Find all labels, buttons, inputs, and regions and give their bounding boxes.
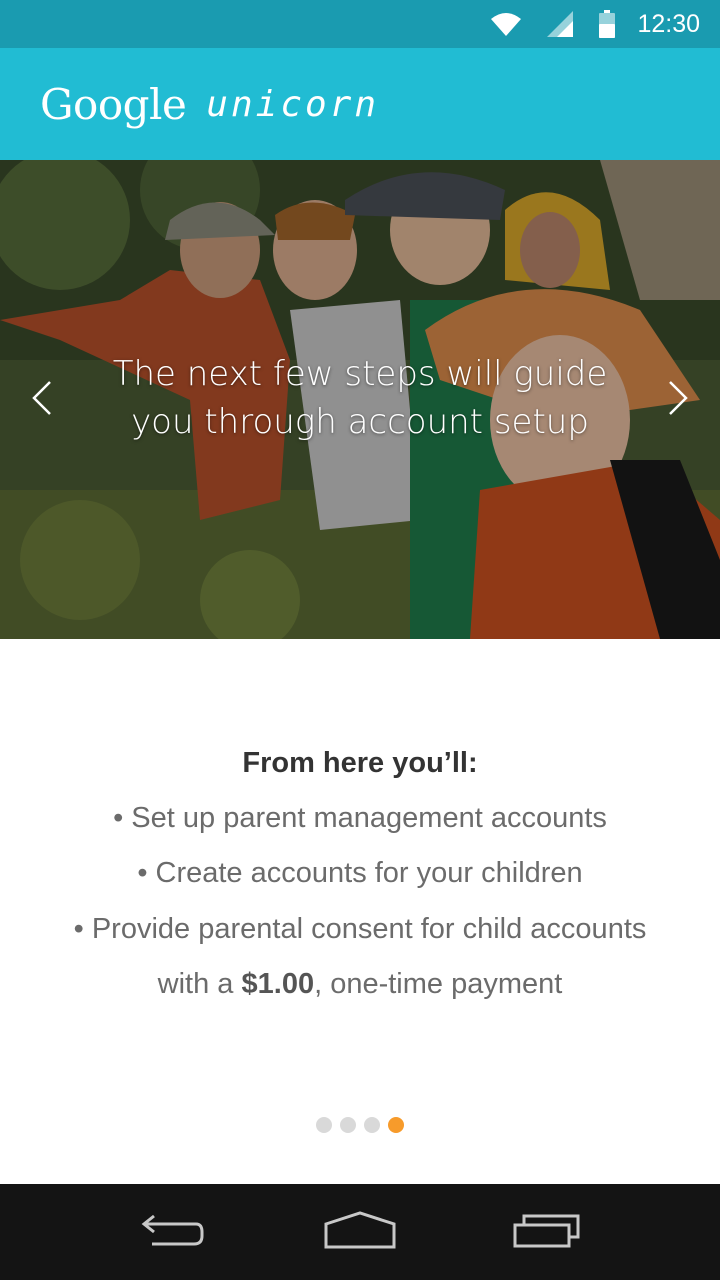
payment-suffix: , one-time payment [314,968,563,1000]
status-bar: 12:30 [0,0,720,48]
hero-text-line2: you through account setup [131,402,589,442]
next-button[interactable] [658,380,698,420]
home-icon [323,1210,397,1254]
back-icon [140,1212,206,1252]
recents-button[interactable] [497,1202,597,1262]
signal-icon [547,11,574,37]
logo-product: unicorn [206,83,380,125]
chevron-left-icon [31,380,53,420]
clock: 12:30 [637,9,700,38]
back-button[interactable] [123,1202,223,1262]
chevron-right-icon [667,380,689,420]
info-item-child-accounts: • Create accounts for your children [137,857,583,889]
page-dot-3 [364,1117,380,1133]
system-nav-bar [0,1184,720,1280]
page-dot-2 [340,1117,356,1133]
info-item-parental-consent: • Provide parental consent for child acc… [73,913,647,945]
payment-prefix: with a [157,968,242,1000]
hero-text-line1: The next few steps will guide [112,354,608,394]
home-button[interactable] [310,1202,410,1262]
wifi-icon [491,12,522,36]
page-dot-4-active [388,1117,404,1133]
recents-icon [512,1211,582,1253]
info-section: From here you’ll: • Set up parent manage… [0,639,720,1184]
battery-icon [599,10,616,38]
info-item-parent-accounts: • Set up parent management accounts [113,802,607,834]
previous-button[interactable] [22,380,62,420]
payment-amount: $1.00 [241,968,315,1000]
logo-brand: Google [40,79,187,129]
info-item-payment: with a $1.00, one-time payment [0,968,720,1001]
app-bar: Google unicorn [0,48,720,160]
page-dot-1 [316,1117,332,1133]
hero-banner: The next few steps will guide you throug… [0,160,720,639]
hero-text: The next few steps will guide you throug… [90,350,630,446]
info-heading: From here you’ll: [242,747,478,779]
page-indicator [0,1117,720,1133]
